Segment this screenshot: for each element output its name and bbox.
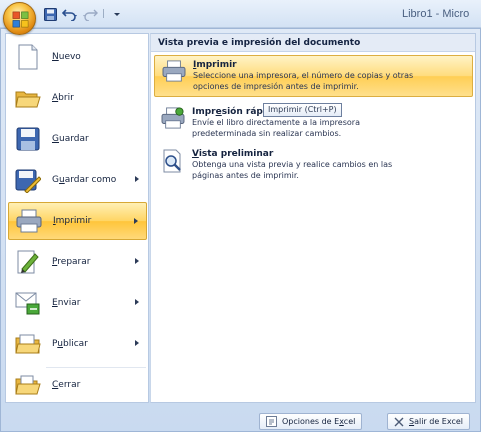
panel-header: Vista previa e impresión del documento: [151, 34, 475, 52]
menu-item-label: Publicar: [52, 339, 88, 349]
option-description-line: Seleccione una impresora, el número de c…: [193, 71, 414, 80]
command-list: Nuevo Abrir Guardar Guardar como Imprimi…: [5, 33, 149, 403]
menu-item-publicar[interactable]: Publicar: [8, 325, 147, 363]
save-as-icon: [14, 166, 42, 194]
option-description-line: páginas antes de imprimir.: [192, 171, 299, 180]
menu-item-preparar[interactable]: Preparar: [8, 243, 147, 281]
prepare-pencil-icon: [14, 248, 42, 276]
qat-separator: |: [102, 9, 106, 19]
menu-item-guardar-como[interactable]: Guardar como: [8, 161, 147, 199]
quick-access-toolbar: |: [42, 5, 125, 23]
excel-options-button[interactable]: Opciones de Excel: [259, 413, 363, 430]
option-imprimir[interactable]: Imprimir Seleccione una impresora, el nú…: [154, 55, 473, 97]
option-description-line: Obtenga una vista previa y realice cambi…: [192, 160, 393, 169]
exit-excel-button[interactable]: Salir de Excel: [387, 413, 470, 430]
menu-item-label: Guardar: [52, 134, 89, 144]
close-folder-icon: [14, 371, 42, 399]
exit-excel-label: Salir de Excel: [409, 417, 463, 426]
submenu-arrow-icon: [134, 218, 138, 224]
customize-qat-button[interactable]: [109, 6, 125, 22]
submenu-arrow-icon: [135, 176, 139, 182]
office-logo-icon: [12, 11, 29, 28]
option-description-line: predeterminada sin realizar cambios.: [192, 129, 342, 138]
menu-item-label: Abrir: [52, 93, 74, 103]
option-text: Vista preliminar Obtenga una vista previ…: [192, 145, 392, 187]
menu-item-label: Nuevo: [52, 52, 81, 62]
menu-item-label: Cerrar: [52, 380, 81, 390]
option-vista-preliminar[interactable]: Vista preliminar Obtenga una vista previ…: [154, 145, 473, 187]
redo-qat-button[interactable]: [82, 6, 98, 22]
menu-item-cerrar[interactable]: Cerrar: [8, 366, 147, 404]
new-document-icon: [14, 43, 42, 71]
excel-options-label: Opciones de Excel: [282, 417, 356, 426]
undo-icon: [62, 8, 77, 21]
save-qat-button[interactable]: [42, 6, 58, 22]
title-bar: | Libro1 - Micro: [0, 0, 481, 35]
open-folder-icon: [14, 84, 42, 112]
office-button[interactable]: [3, 2, 36, 35]
option-title: Vista preliminar: [192, 149, 274, 159]
print-options-panel: Vista previa e impresión del documento I…: [150, 33, 476, 403]
options-document-icon: [266, 416, 277, 427]
menu-item-label: Enviar: [52, 298, 81, 308]
submenu-arrow-icon: [135, 299, 139, 305]
menu-item-label: Guardar como: [52, 175, 117, 185]
office-menu: Nuevo Abrir Guardar Guardar como Imprimi…: [0, 28, 481, 432]
redo-icon: [83, 9, 98, 21]
undo-qat-button[interactable]: [62, 6, 78, 22]
option-description-line: Envíe el libro directamente a la impreso…: [192, 118, 360, 127]
window-title: Libro1 - Micro: [402, 8, 470, 20]
save-disk-icon: [14, 125, 42, 153]
printer-icon: [15, 207, 43, 235]
submenu-arrow-icon: [135, 258, 139, 264]
menu-item-label: Preparar: [52, 257, 91, 267]
menu-item-abrir[interactable]: Abrir: [8, 79, 147, 117]
submenu-arrow-icon: [135, 340, 139, 346]
dropdown-arrow-icon: [114, 13, 121, 16]
menu-item-nuevo[interactable]: Nuevo: [8, 38, 147, 76]
option-title: Imprimir: [193, 60, 237, 70]
menu-item-label: Imprimir: [53, 216, 92, 226]
tooltip: Imprimir (Ctrl+P): [263, 103, 342, 117]
close-x-icon: [394, 417, 404, 426]
menu-item-enviar[interactable]: Enviar: [8, 284, 147, 322]
printer-icon: [161, 60, 187, 88]
floppy-disk-icon: [43, 7, 57, 21]
send-envelope-icon: [14, 289, 42, 317]
option-text: Imprimir Seleccione una impresora, el nú…: [193, 56, 413, 96]
menu-item-guardar[interactable]: Guardar: [8, 120, 147, 158]
print-preview-icon: [160, 149, 186, 177]
option-description-line: opciones de impresión antes de imprimir.: [193, 82, 359, 91]
publish-folder-icon: [14, 330, 42, 358]
menu-item-imprimir[interactable]: Imprimir: [8, 202, 147, 240]
quick-print-icon: [160, 107, 186, 135]
